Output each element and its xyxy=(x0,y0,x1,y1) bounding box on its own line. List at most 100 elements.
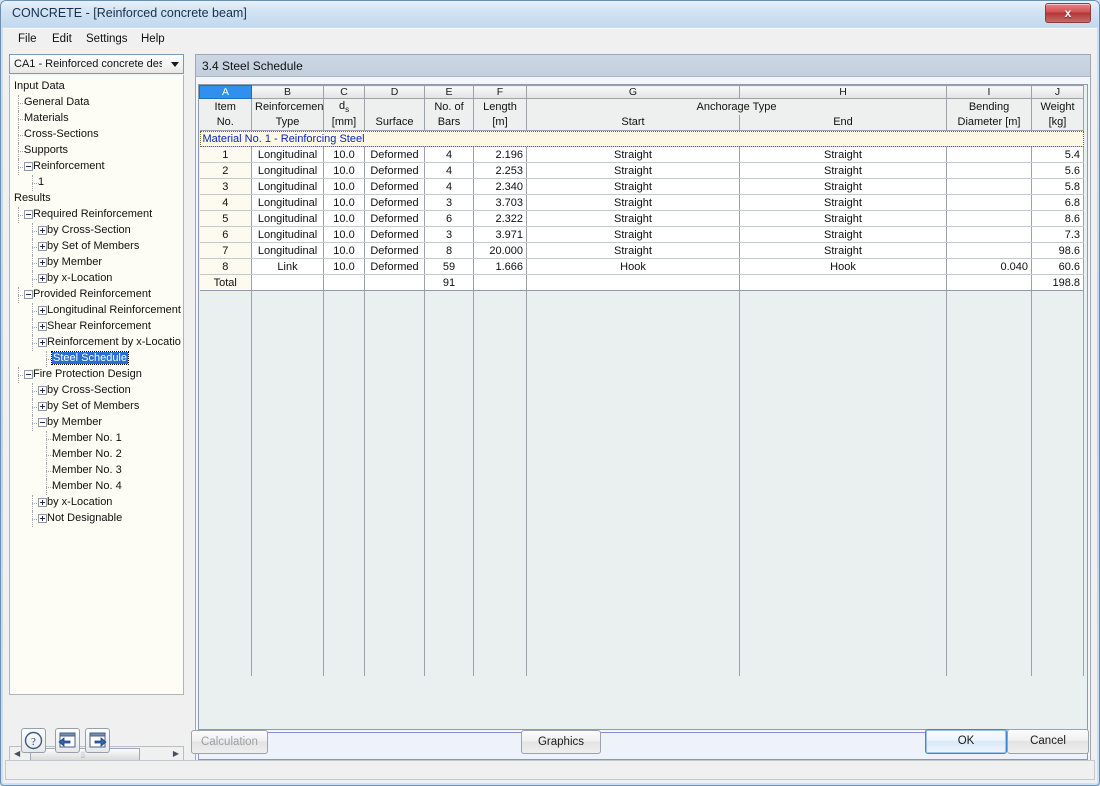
tree-item-longitudinal-reinforcement[interactable]: Longitudinal Reinforcement xyxy=(38,303,181,319)
table-row[interactable]: 5 Longitudinal 10.0 Deformed 6 2.322 Straight S… xyxy=(199,210,1084,227)
cell-item[interactable]: 3 xyxy=(199,178,252,195)
cell-surface[interactable]: Deformed xyxy=(364,178,425,195)
cell-length[interactable]: 3.971 xyxy=(473,226,527,243)
cell-weight[interactable]: 8.6 xyxy=(1031,210,1084,227)
cell-start[interactable]: Straight xyxy=(526,210,740,227)
cell-start[interactable]: Straight xyxy=(526,162,740,179)
cell-bars[interactable]: 3 xyxy=(424,226,474,243)
tree-item-member-no-2[interactable]: Member No. 2 xyxy=(52,447,122,463)
tree-item-1[interactable]: 1 xyxy=(38,175,44,191)
cell-weight[interactable]: 5.6 xyxy=(1031,162,1084,179)
cell-bars[interactable]: 4 xyxy=(424,162,474,179)
tree-item-cross-sections[interactable]: Cross-Sections xyxy=(24,127,99,143)
cell-length[interactable]: 1.666 xyxy=(473,258,527,275)
tree-item-by-set-of-members[interactable]: by Set of Members xyxy=(38,399,139,415)
cell-bend[interactable] xyxy=(946,146,1032,163)
menu-item-edit[interactable]: Edit xyxy=(47,32,77,46)
collapse-icon[interactable] xyxy=(24,290,33,299)
menu-item-file[interactable]: File xyxy=(13,32,42,46)
cell-ds[interactable]: 10.0 xyxy=(323,178,365,195)
cell-weight[interactable]: 7.3 xyxy=(1031,226,1084,243)
cell-start[interactable]: Straight xyxy=(526,146,740,163)
cell-end[interactable]: Straight xyxy=(739,242,947,259)
tree-item-member-no-1[interactable]: Member No. 1 xyxy=(52,431,122,447)
cell-type[interactable]: Longitudinal xyxy=(251,242,324,259)
cell-bars[interactable]: 59 xyxy=(424,258,474,275)
close-button[interactable]: x xyxy=(1045,3,1091,23)
tree-item-by-x-location[interactable]: by x-Location xyxy=(38,271,112,287)
table-row[interactable]: 3 Longitudinal 10.0 Deformed 4 2.340 Straight S… xyxy=(199,178,1084,195)
cell-start[interactable]: Straight xyxy=(526,194,740,211)
cell-end[interactable]: Straight xyxy=(739,226,947,243)
cell-end[interactable]: Straight xyxy=(739,194,947,211)
tree-item-by-cross-section[interactable]: by Cross-Section xyxy=(38,223,131,239)
tree-item-by-member[interactable]: by Member xyxy=(38,255,102,271)
tree-item-results[interactable]: Results xyxy=(14,191,51,207)
cell-length[interactable]: 2.253 xyxy=(473,162,527,179)
cell-type[interactable]: Longitudinal xyxy=(251,210,324,227)
cell-bars[interactable]: 4 xyxy=(424,178,474,195)
cell-type[interactable]: Longitudinal xyxy=(251,162,324,179)
column-header-g[interactable]: G xyxy=(526,85,740,99)
column-header-a[interactable]: A xyxy=(199,85,252,99)
tree-item-by-x-location[interactable]: by x-Location xyxy=(38,495,112,511)
cell-bend[interactable] xyxy=(946,242,1032,259)
tree-item-shear-reinforcement[interactable]: Shear Reinforcement xyxy=(38,319,151,335)
column-header-e[interactable]: E xyxy=(424,85,474,99)
cell-item[interactable]: 5 xyxy=(199,210,252,227)
cell-ds[interactable]: 10.0 xyxy=(323,162,365,179)
table-row[interactable]: 4 Longitudinal 10.0 Deformed 3 3.703 Straight S… xyxy=(199,194,1084,211)
cell-bend[interactable]: 0.040 xyxy=(946,258,1032,275)
next-view-button[interactable] xyxy=(85,728,110,753)
cell-bend[interactable] xyxy=(946,178,1032,195)
tree-item-steel-schedule[interactable]: Steel Schedule xyxy=(51,351,129,367)
material-group-row[interactable]: Material No. 1 - Reinforcing Steel xyxy=(199,130,1084,147)
tree-item-member-no-4[interactable]: Member No. 4 xyxy=(52,479,122,495)
table-row[interactable]: 7 Longitudinal 10.0 Deformed 8 20.000 Straight… xyxy=(199,242,1084,259)
cell-length[interactable]: 2.340 xyxy=(473,178,527,195)
cell-bend[interactable] xyxy=(946,162,1032,179)
cell-length[interactable]: 2.322 xyxy=(473,210,527,227)
tree-item-provided-reinforcement[interactable]: Provided Reinforcement xyxy=(24,287,151,303)
cell-end[interactable]: Straight xyxy=(739,162,947,179)
cell-start[interactable]: Straight xyxy=(526,226,740,243)
expand-icon[interactable] xyxy=(38,242,47,251)
cell-type[interactable]: Longitudinal xyxy=(251,146,324,163)
collapse-icon[interactable] xyxy=(38,418,47,427)
menu-item-help[interactable]: Help xyxy=(136,32,170,46)
cell-item[interactable]: 2 xyxy=(199,162,252,179)
cell-start[interactable]: Straight xyxy=(526,178,740,195)
table-row[interactable]: 2 Longitudinal 10.0 Deformed 4 2.253 Straight S… xyxy=(199,162,1084,179)
tree-item-general-data[interactable]: General Data xyxy=(24,95,89,111)
tree-item-by-member[interactable]: by Member xyxy=(38,415,102,431)
tree-item-not-designable[interactable]: Not Designable xyxy=(38,511,122,527)
table-row[interactable]: 6 Longitudinal 10.0 Deformed 3 3.971 Straight S… xyxy=(199,226,1084,243)
column-header-c[interactable]: C xyxy=(323,85,365,99)
cell-length[interactable]: 2.196 xyxy=(473,146,527,163)
tree-item-member-no-3[interactable]: Member No. 3 xyxy=(52,463,122,479)
expand-icon[interactable] xyxy=(38,226,47,235)
tree-item-supports[interactable]: Supports xyxy=(24,143,68,159)
cell-length[interactable]: 3.703 xyxy=(473,194,527,211)
cell-start[interactable]: Hook xyxy=(526,258,740,275)
cancel-button[interactable]: Cancel xyxy=(1007,729,1089,754)
cell-bend[interactable] xyxy=(946,226,1032,243)
column-header-f[interactable]: F xyxy=(473,85,527,99)
cell-weight[interactable]: 60.6 xyxy=(1031,258,1084,275)
cell-bars[interactable]: 4 xyxy=(424,146,474,163)
cell-bars[interactable]: 6 xyxy=(424,210,474,227)
cell-ds[interactable]: 10.0 xyxy=(323,226,365,243)
cell-length[interactable]: 20.000 xyxy=(473,242,527,259)
cell-surface[interactable]: Deformed xyxy=(364,226,425,243)
cell-weight[interactable]: 6.8 xyxy=(1031,194,1084,211)
cell-surface[interactable]: Deformed xyxy=(364,210,425,227)
cell-weight[interactable]: 5.4 xyxy=(1031,146,1084,163)
cell-item[interactable]: 6 xyxy=(199,226,252,243)
cell-ds[interactable]: 10.0 xyxy=(323,146,365,163)
cell-item[interactable]: 7 xyxy=(199,242,252,259)
tree-item-by-set-of-members[interactable]: by Set of Members xyxy=(38,239,139,255)
expand-icon[interactable] xyxy=(38,258,47,267)
cell-weight[interactable]: 98.6 xyxy=(1031,242,1084,259)
cell-item[interactable]: 1 xyxy=(199,146,252,163)
cell-ds[interactable]: 10.0 xyxy=(323,194,365,211)
